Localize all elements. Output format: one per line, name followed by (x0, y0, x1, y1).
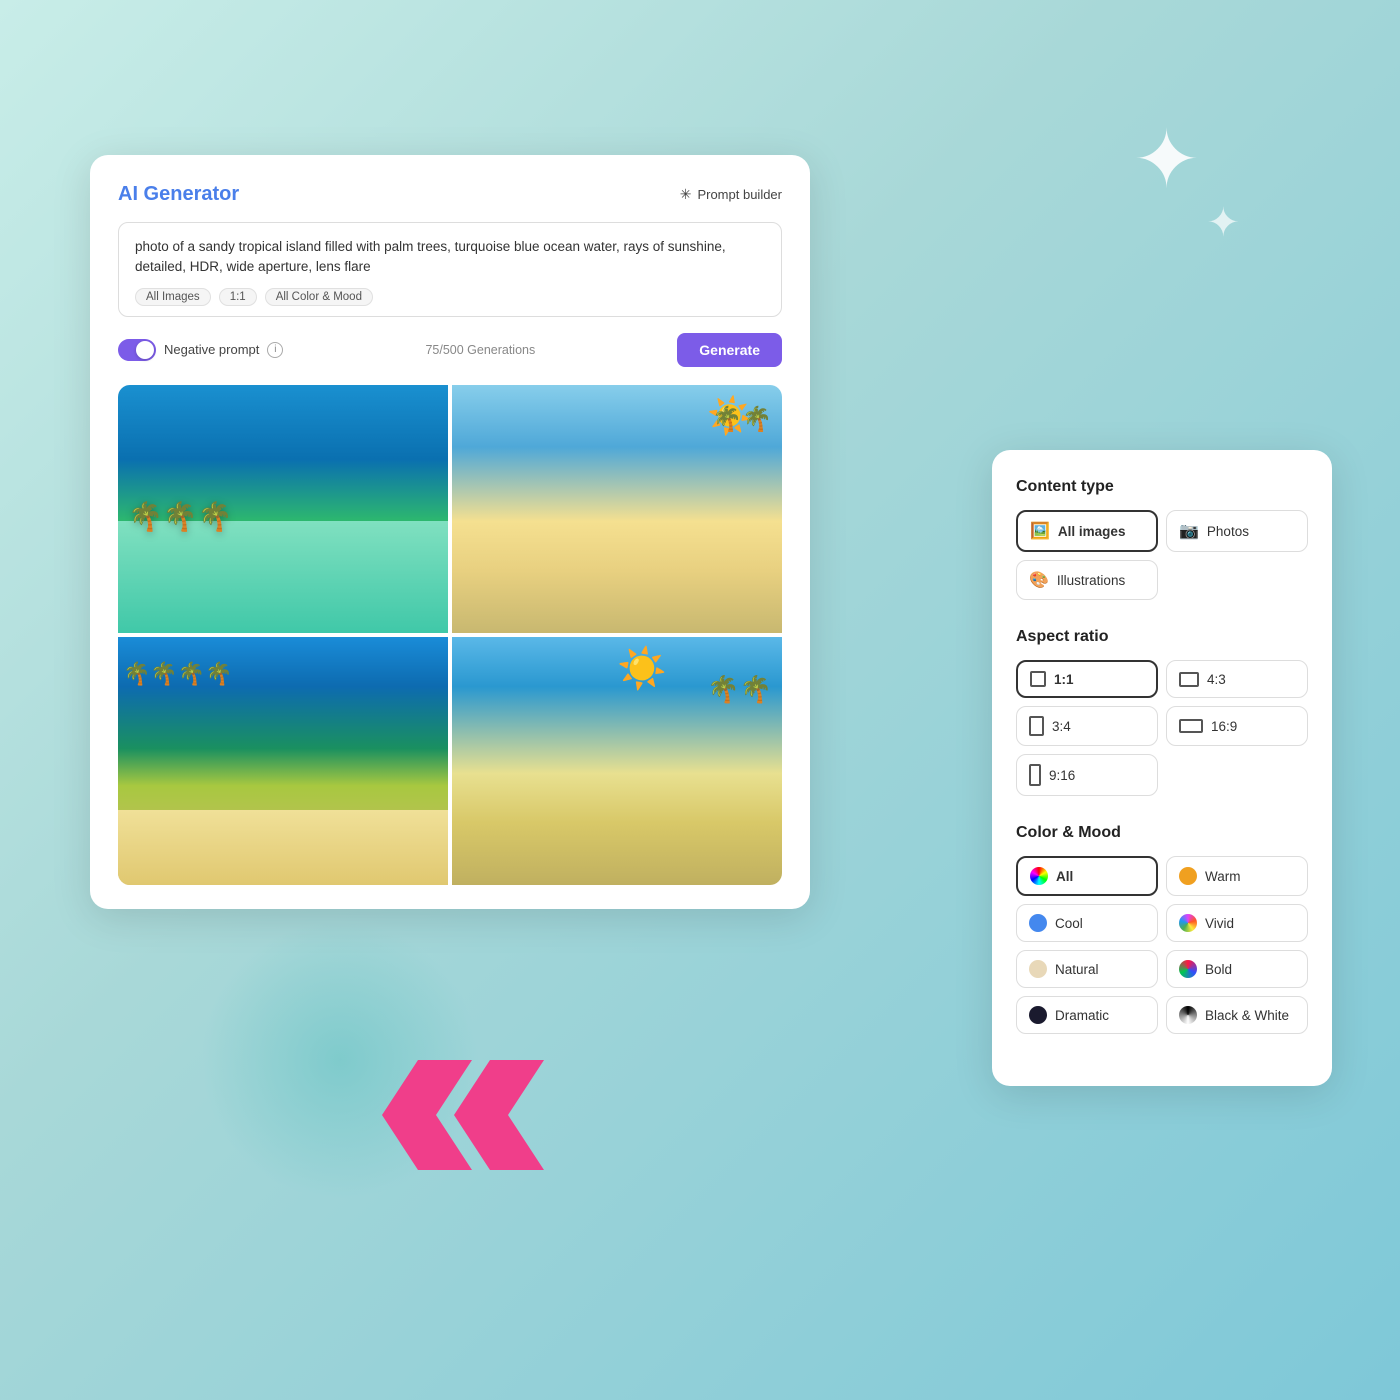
chevron-2 (454, 1060, 544, 1170)
grid-image-2 (452, 385, 782, 633)
decorative-chevrons (400, 1060, 544, 1170)
content-type-photos[interactable]: 📷 Photos (1166, 510, 1308, 552)
ratio-16-9[interactable]: 16:9 (1166, 706, 1308, 746)
mood-warm-dot (1179, 867, 1197, 885)
tag-ratio[interactable]: 1:1 (219, 288, 257, 306)
illustrations-icon: 🎨 (1029, 570, 1049, 590)
info-icon[interactable]: i (267, 342, 283, 358)
panel-card: Content type 🖼️ All images 📷 Photos 🎨 Il… (992, 450, 1332, 1086)
sparkle-large-icon: ✦ (1133, 120, 1200, 200)
prompt-tags: All Images 1:1 All Color & Mood (135, 288, 765, 306)
mood-all-label: All (1056, 869, 1073, 884)
mood-dramatic-label: Dramatic (1055, 1008, 1109, 1023)
mood-cool[interactable]: Cool (1016, 904, 1158, 942)
mood-natural-dot (1029, 960, 1047, 978)
sixteen-nine-ratio-icon (1179, 719, 1203, 733)
content-type-illustrations[interactable]: 🎨 Illustrations (1016, 560, 1158, 600)
card-title: AI Generator (118, 183, 239, 206)
mood-all-dot (1030, 867, 1048, 885)
mood-vivid[interactable]: Vivid (1166, 904, 1308, 942)
tag-all-images[interactable]: All Images (135, 288, 211, 306)
all-images-icon: 🖼️ (1030, 521, 1050, 541)
mood-bw-dot (1179, 1006, 1197, 1024)
prompt-text: photo of a sandy tropical island filled … (135, 237, 765, 278)
three-four-ratio-icon (1029, 716, 1044, 736)
mood-all[interactable]: All (1016, 856, 1158, 896)
generator-card: AI Generator ✳ Prompt builder photo of a… (90, 155, 810, 909)
mood-natural[interactable]: Natural (1016, 950, 1158, 988)
mood-dramatic[interactable]: Dramatic (1016, 996, 1158, 1034)
ratio-1-1[interactable]: 1:1 (1016, 660, 1158, 698)
mood-cool-label: Cool (1055, 916, 1083, 931)
negative-prompt-toggle[interactable] (118, 339, 156, 361)
aspect-ratio-options: 1:1 4:3 3:4 16:9 9:16 (1016, 660, 1308, 796)
grid-image-4 (452, 637, 782, 885)
card-header: AI Generator ✳ Prompt builder (118, 183, 782, 206)
mood-vivid-label: Vivid (1205, 916, 1234, 931)
square-ratio-icon (1030, 671, 1046, 687)
toggle-knob (136, 341, 154, 359)
mood-bw-label: Black & White (1205, 1008, 1289, 1023)
ratio-9-16-label: 9:16 (1049, 768, 1075, 783)
prompt-builder-button[interactable]: ✳ Prompt builder (680, 186, 782, 203)
photos-label: Photos (1207, 524, 1249, 539)
prompt-builder-label: Prompt builder (697, 187, 782, 202)
mood-warm-label: Warm (1205, 869, 1241, 884)
mood-warm[interactable]: Warm (1166, 856, 1308, 896)
prompt-builder-icon: ✳ (680, 186, 692, 203)
ratio-16-9-label: 16:9 (1211, 719, 1237, 734)
ratio-4-3-label: 4:3 (1207, 672, 1226, 687)
ratio-4-3[interactable]: 4:3 (1166, 660, 1308, 698)
illustrations-label: Illustrations (1057, 573, 1125, 588)
color-mood-options: All Warm Cool Vivid Natural Bold Dramati… (1016, 856, 1308, 1034)
mood-natural-label: Natural (1055, 962, 1099, 977)
mood-bold-dot (1179, 960, 1197, 978)
mood-cool-dot (1029, 914, 1047, 932)
prompt-box: photo of a sandy tropical island filled … (118, 222, 782, 317)
mood-bold[interactable]: Bold (1166, 950, 1308, 988)
mood-dramatic-dot (1029, 1006, 1047, 1024)
negative-prompt-label: Negative prompt (164, 342, 259, 357)
content-type-all-images[interactable]: 🖼️ All images (1016, 510, 1158, 552)
ratio-1-1-label: 1:1 (1054, 672, 1074, 687)
negative-prompt-group: Negative prompt i (118, 339, 283, 361)
tag-color-mood[interactable]: All Color & Mood (265, 288, 373, 306)
all-images-label: All images (1058, 524, 1126, 539)
nine-sixteen-ratio-icon (1029, 764, 1041, 786)
ratio-9-16[interactable]: 9:16 (1016, 754, 1158, 796)
mood-black-white[interactable]: Black & White (1166, 996, 1308, 1034)
ratio-3-4-label: 3:4 (1052, 719, 1071, 734)
grid-image-3 (118, 637, 448, 885)
ratio-3-4[interactable]: 3:4 (1016, 706, 1158, 746)
controls-row: Negative prompt i 75/500 Generations Gen… (118, 333, 782, 367)
grid-image-1 (118, 385, 448, 633)
image-grid (118, 385, 782, 885)
content-type-title: Content type (1016, 478, 1308, 496)
sparkle-small-icon: ✦ (1206, 200, 1240, 246)
color-mood-title: Color & Mood (1016, 824, 1308, 842)
aspect-ratio-title: Aspect ratio (1016, 628, 1308, 646)
generate-button[interactable]: Generate (677, 333, 782, 367)
mood-vivid-dot (1179, 914, 1197, 932)
generations-text: 75/500 Generations (425, 343, 535, 357)
four-three-ratio-icon (1179, 672, 1199, 687)
photos-icon: 📷 (1179, 521, 1199, 541)
mood-bold-label: Bold (1205, 962, 1232, 977)
content-type-options: 🖼️ All images 📷 Photos 🎨 Illustrations (1016, 510, 1308, 600)
